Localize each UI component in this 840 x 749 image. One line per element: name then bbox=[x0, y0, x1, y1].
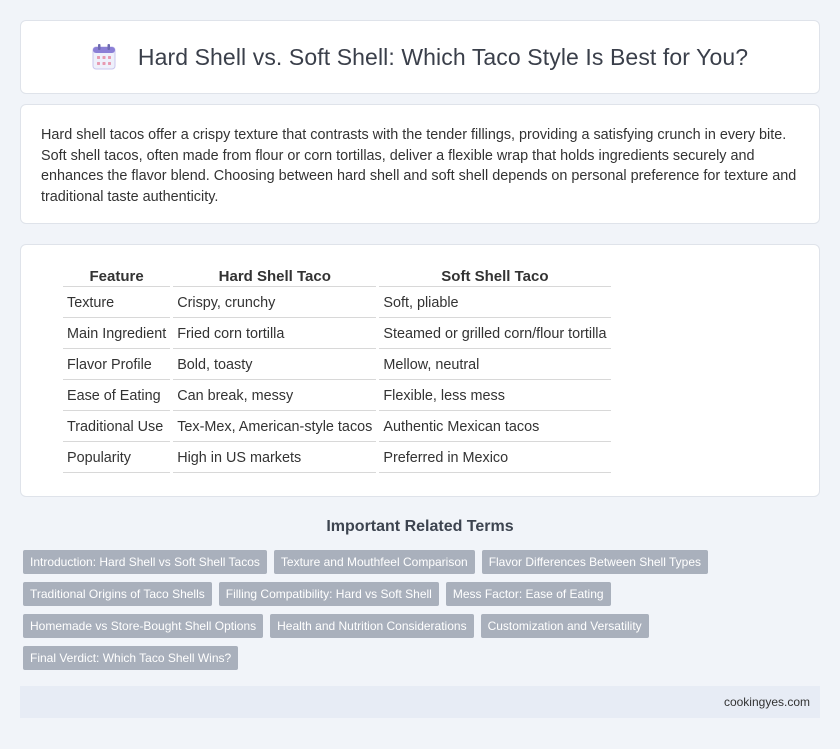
table-row: Ease of Eating Can break, messy Flexible… bbox=[63, 380, 611, 411]
table-cell: Mellow, neutral bbox=[379, 349, 611, 380]
column-header-hard-shell: Hard Shell Taco bbox=[173, 265, 377, 287]
related-term-tag[interactable]: Health and Nutrition Considerations bbox=[270, 614, 474, 638]
table-cell: Ease of Eating bbox=[63, 380, 171, 411]
calendar-icon bbox=[92, 44, 116, 70]
related-term-tag[interactable]: Texture and Mouthfeel Comparison bbox=[273, 550, 475, 574]
table-cell: High in US markets bbox=[173, 442, 377, 473]
table-cell: Traditional Use bbox=[63, 411, 171, 442]
related-term-tag[interactable]: Mess Factor: Ease of Eating bbox=[445, 582, 611, 606]
table-row: Traditional Use Tex-Mex, American-style … bbox=[63, 411, 611, 442]
table-cell: Can break, messy bbox=[173, 380, 377, 411]
table-row: Flavor Profile Bold, toasty Mellow, neut… bbox=[63, 349, 611, 380]
intro-card: Hard shell tacos offer a crispy texture … bbox=[20, 104, 820, 224]
table-cell: Authentic Mexican tacos bbox=[379, 411, 611, 442]
related-term-tag[interactable]: Filling Compatibility: Hard vs Soft Shel… bbox=[218, 582, 439, 606]
table-cell: Tex-Mex, American-style tacos bbox=[173, 411, 377, 442]
related-term-tag[interactable]: Homemade vs Store-Bought Shell Options bbox=[23, 614, 264, 638]
table-cell: Flexible, less mess bbox=[379, 380, 611, 411]
table-cell: Steamed or grilled corn/flour tortilla bbox=[379, 318, 611, 349]
table-cell: Texture bbox=[63, 287, 171, 318]
table-cell: Crispy, crunchy bbox=[173, 287, 377, 318]
table-row: Popularity High in US markets Preferred … bbox=[63, 442, 611, 473]
table-cell: Flavor Profile bbox=[63, 349, 171, 380]
related-terms-tags: Introduction: Hard Shell vs Soft Shell T… bbox=[23, 550, 823, 670]
related-term-tag[interactable]: Traditional Origins of Taco Shells bbox=[23, 582, 212, 606]
table-cell: Popularity bbox=[63, 442, 171, 473]
related-term-tag[interactable]: Customization and Versatility bbox=[480, 614, 649, 638]
header-card: Hard Shell vs. Soft Shell: Which Taco St… bbox=[20, 20, 820, 94]
intro-paragraph: Hard shell tacos offer a crispy texture … bbox=[41, 127, 797, 205]
table-header-row: Feature Hard Shell Taco Soft Shell Taco bbox=[63, 265, 611, 287]
title-wrap: Hard Shell vs. Soft Shell: Which Taco St… bbox=[92, 44, 748, 71]
comparison-card: Feature Hard Shell Taco Soft Shell Taco … bbox=[20, 244, 820, 497]
table-row: Main Ingredient Fried corn tortilla Stea… bbox=[63, 318, 611, 349]
page-title: Hard Shell vs. Soft Shell: Which Taco St… bbox=[137, 43, 749, 70]
related-term-tag[interactable]: Final Verdict: Which Taco Shell Wins? bbox=[23, 646, 239, 670]
table-cell: Fried corn tortilla bbox=[173, 318, 377, 349]
footer: cookingyes.com bbox=[20, 686, 820, 718]
table-cell: Soft, pliable bbox=[379, 287, 611, 318]
related-term-tag[interactable]: Introduction: Hard Shell vs Soft Shell T… bbox=[23, 550, 267, 574]
table-cell: Main Ingredient bbox=[63, 318, 171, 349]
table-cell: Preferred in Mexico bbox=[379, 442, 611, 473]
related-term-tag[interactable]: Flavor Differences Between Shell Types bbox=[481, 550, 709, 574]
table-cell: Bold, toasty bbox=[173, 349, 377, 380]
column-header-soft-shell: Soft Shell Taco bbox=[379, 265, 611, 287]
comparison-table: Feature Hard Shell Taco Soft Shell Taco … bbox=[60, 265, 614, 473]
column-header-feature: Feature bbox=[63, 265, 171, 287]
footer-site-name[interactable]: cookingyes.com bbox=[724, 695, 810, 709]
table-row: Texture Crispy, crunchy Soft, pliable bbox=[63, 287, 611, 318]
related-terms-title: Important Related Terms bbox=[326, 518, 514, 535]
